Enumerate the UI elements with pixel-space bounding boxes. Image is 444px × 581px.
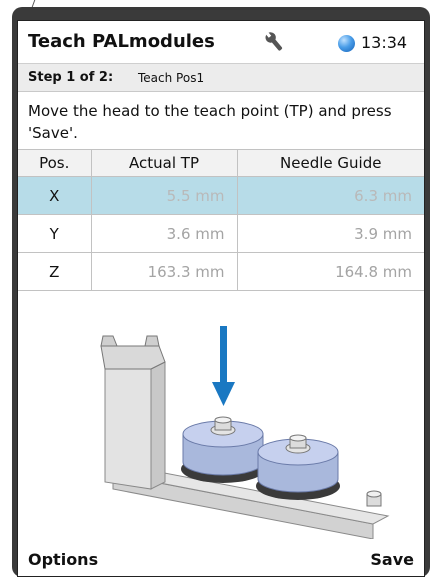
top-edge-mark — [31, 0, 39, 7]
pos-cell: X — [18, 176, 92, 215]
page-title: Teach PALmodules — [28, 31, 215, 52]
needle-guide-cell: 3.9 mm — [236, 214, 424, 253]
step-counter: Step 1 of 2: — [28, 70, 114, 85]
softkey-bar: Options Save — [18, 542, 424, 576]
screen: Teach PALmodules 13:34 Step 1 of 2: Teac… — [17, 20, 425, 577]
options-button[interactable]: Options — [28, 550, 98, 569]
step-bar: Step 1 of 2: Teach Pos1 — [18, 64, 424, 92]
step-label: Teach Pos1 — [138, 71, 205, 85]
column-header-pos: Pos. — [18, 149, 92, 177]
needle-guide-cell: 164.8 mm — [236, 252, 424, 291]
table-row-x[interactable]: X 5.5 mm 6.3 mm — [18, 176, 424, 215]
actual-tp-cell: 5.5 mm — [90, 176, 238, 215]
table-header-row: Pos. Actual TP Needle Guide — [18, 149, 424, 177]
save-button[interactable]: Save — [370, 550, 414, 569]
actual-tp-cell: 163.3 mm — [90, 252, 238, 291]
table-row-y[interactable]: Y 3.6 mm 3.9 mm — [18, 214, 424, 253]
position-table: Pos. Actual TP Needle Guide X 5.5 mm 6.3… — [18, 149, 424, 291]
clock: 13:34 — [361, 33, 408, 52]
down-arrow-icon — [212, 326, 235, 406]
wrench-icon — [265, 31, 283, 51]
pos-cell: Y — [18, 214, 92, 253]
module-illustration — [100, 326, 390, 539]
column-header-actual-tp: Actual TP — [90, 149, 238, 177]
instruction-text: Move the head to the teach point (TP) an… — [28, 102, 392, 142]
needle-guide-cell: 6.3 mm — [236, 176, 424, 215]
table-row-z[interactable]: Z 163.3 mm 164.8 mm — [18, 252, 424, 291]
status-dot-icon — [338, 35, 355, 52]
title-bar: Teach PALmodules 13:34 — [18, 21, 424, 64]
actual-tp-cell: 3.6 mm — [90, 214, 238, 253]
pos-cell: Z — [18, 252, 92, 291]
column-header-needle-guide: Needle Guide — [236, 149, 424, 177]
